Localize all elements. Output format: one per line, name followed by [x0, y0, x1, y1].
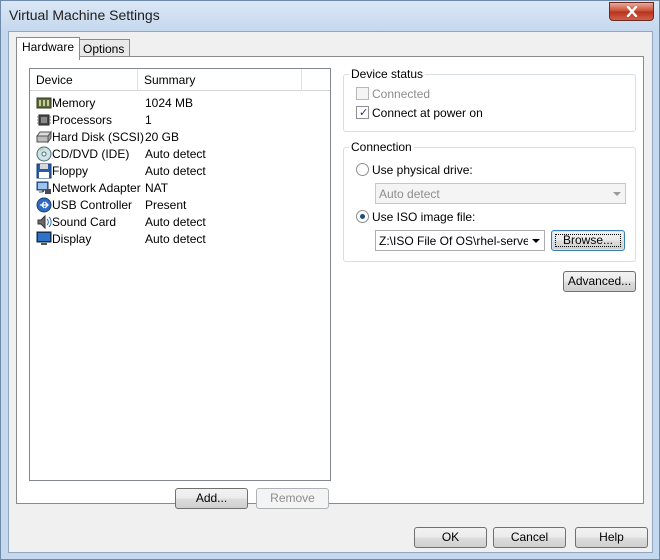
focus-rectangle	[555, 234, 621, 247]
device-summary: NAT	[145, 181, 169, 195]
connect-at-power-on-checkbox[interactable]: ✓	[356, 106, 369, 119]
physical-drive-value: Auto detect	[379, 187, 440, 201]
use-iso-image-radio[interactable]	[356, 210, 369, 223]
ok-button[interactable]: OK	[414, 527, 487, 548]
connected-label: Connected	[372, 87, 431, 101]
device-status-label: Device status	[349, 67, 426, 81]
device-name: Network Adapter	[52, 181, 141, 195]
device-status-group: Device status Connected ✓ Connect at pow…	[343, 67, 636, 132]
advanced-button[interactable]: Advanced...	[563, 271, 636, 292]
connection-group: Connection Use physical drive: Auto dete…	[343, 140, 636, 262]
device-name: Floppy	[52, 164, 89, 178]
physical-drive-select[interactable]: Auto detect	[375, 183, 626, 204]
memory-icon	[36, 97, 52, 109]
help-button[interactable]: Help	[575, 527, 648, 548]
cancel-button[interactable]: Cancel	[493, 527, 566, 548]
title-bar[interactable]: Virtual Machine Settings	[1, 1, 659, 31]
use-iso-image-label: Use ISO image file:	[372, 210, 476, 224]
display-icon	[36, 231, 52, 245]
device-summary: 20 GB	[145, 130, 180, 144]
connect-at-power-on-label: Connect at power on	[372, 106, 483, 120]
close-button[interactable]	[609, 2, 654, 21]
processor-icon	[37, 114, 51, 126]
close-icon	[626, 6, 637, 17]
floppy-icon	[36, 163, 52, 179]
device-name: Processors	[52, 113, 113, 127]
device-summary: Auto detect	[145, 215, 206, 229]
device-summary: Auto detect	[145, 147, 206, 161]
vm-settings-window: Virtual Machine Settings Hardware Option…	[0, 0, 660, 560]
chevron-down-icon	[532, 239, 540, 243]
device-name: CD/DVD (IDE)	[52, 147, 130, 161]
add-button[interactable]: Add...	[175, 488, 248, 509]
device-row-hard-disk[interactable]: Hard Disk (SCSI) 20 GB	[32, 129, 328, 146]
hard-disk-icon	[36, 130, 52, 144]
device-row-memory[interactable]: Memory 1024 MB	[32, 95, 328, 112]
device-summary: 1	[145, 113, 152, 127]
column-header-device[interactable]: Device	[30, 69, 138, 91]
remove-button[interactable]: Remove	[256, 488, 329, 509]
device-summary: 1024 MB	[145, 96, 194, 110]
use-physical-drive-label: Use physical drive:	[372, 163, 473, 177]
device-row-network-adapter[interactable]: Network Adapter NAT	[32, 180, 328, 197]
device-summary: Auto detect	[145, 232, 206, 246]
radio-selected-dot	[360, 214, 365, 219]
device-name: Display	[52, 232, 92, 246]
device-name: USB Controller	[52, 198, 133, 212]
device-summary: Present	[145, 198, 187, 212]
checkmark-icon: ✓	[359, 107, 369, 119]
iso-image-path-value: Z:\ISO File Of OS\rhel-server-5	[379, 234, 528, 248]
iso-image-path-combo[interactable]: Z:\ISO File Of OS\rhel-server-5	[375, 230, 545, 251]
hardware-panel: Device Summary Memory 1024 MB Processors…	[16, 56, 644, 509]
connection-label: Connection	[349, 140, 414, 154]
device-list[interactable]: Device Summary Memory 1024 MB Processors…	[29, 68, 331, 481]
tab-hardware[interactable]: Hardware	[16, 37, 81, 60]
use-physical-drive-radio[interactable]	[356, 163, 369, 176]
connected-checkbox[interactable]	[356, 87, 369, 100]
device-summary: Auto detect	[145, 164, 206, 178]
column-header-summary[interactable]: Summary	[138, 69, 302, 91]
cd-dvd-icon	[36, 146, 52, 162]
device-row-floppy[interactable]: Floppy Auto detect	[32, 163, 328, 180]
dialog-body: Hardware Options Device Summary Memory 1…	[8, 31, 653, 553]
device-name: Memory	[52, 96, 96, 110]
network-adapter-icon	[36, 181, 51, 194]
device-name: Hard Disk (SCSI)	[52, 130, 145, 144]
device-list-header: Device Summary	[30, 69, 330, 91]
browse-button[interactable]: Browse...	[551, 230, 625, 251]
device-row-sound-card[interactable]: Sound Card Auto detect	[32, 214, 328, 231]
usb-icon	[36, 197, 52, 213]
device-row-cd-dvd[interactable]: CD/DVD (IDE) Auto detect	[32, 146, 328, 163]
window-title: Virtual Machine Settings	[9, 7, 160, 23]
device-row-display[interactable]: Display Auto detect	[32, 231, 328, 248]
device-row-usb-controller[interactable]: USB Controller Present	[32, 197, 328, 214]
device-row-processors[interactable]: Processors 1	[32, 112, 328, 129]
sound-card-icon	[37, 214, 52, 230]
device-name: Sound Card	[52, 215, 117, 229]
chevron-down-icon	[613, 192, 621, 196]
